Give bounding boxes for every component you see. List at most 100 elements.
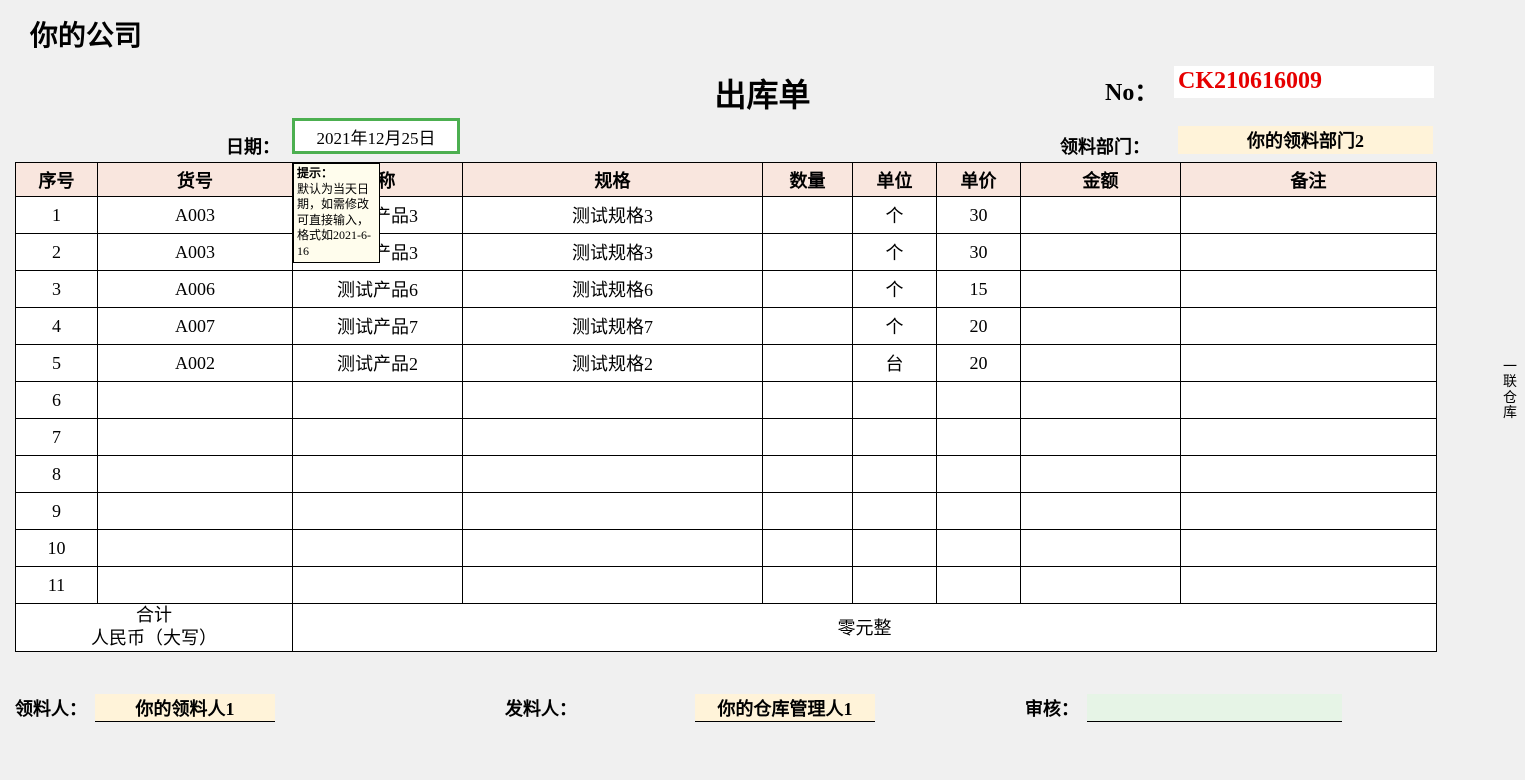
cell-code[interactable]: A003 (98, 197, 293, 234)
cell-unit[interactable]: 个 (853, 271, 937, 308)
cell-price[interactable] (937, 567, 1021, 604)
auditor-value[interactable] (1087, 694, 1342, 722)
table-row[interactable]: 11 (16, 567, 1437, 604)
cell-unit[interactable]: 台 (853, 345, 937, 382)
cell-code[interactable]: A006 (98, 271, 293, 308)
cell-spec[interactable] (463, 567, 763, 604)
cell-price[interactable]: 20 (937, 308, 1021, 345)
cell-spec[interactable]: 测试规格3 (463, 234, 763, 271)
cell-amount[interactable] (1021, 197, 1181, 234)
cell-remark[interactable] (1181, 271, 1437, 308)
cell-code[interactable]: A002 (98, 345, 293, 382)
cell-amount[interactable] (1021, 271, 1181, 308)
cell-seq[interactable]: 2 (16, 234, 98, 271)
cell-name[interactable] (293, 567, 463, 604)
cell-seq[interactable]: 9 (16, 493, 98, 530)
cell-name[interactable]: 测试产品2 (293, 345, 463, 382)
cell-spec[interactable] (463, 530, 763, 567)
cell-code[interactable] (98, 382, 293, 419)
cell-price[interactable]: 30 (937, 197, 1021, 234)
cell-remark[interactable] (1181, 234, 1437, 271)
cell-code[interactable]: A007 (98, 308, 293, 345)
cell-seq[interactable]: 4 (16, 308, 98, 345)
cell-seq[interactable]: 8 (16, 456, 98, 493)
cell-amount[interactable] (1021, 567, 1181, 604)
cell-remark[interactable] (1181, 382, 1437, 419)
table-row[interactable]: 4A007测试产品7测试规格7 个20 (16, 308, 1437, 345)
cell-price[interactable] (937, 530, 1021, 567)
cell-qty[interactable] (763, 197, 853, 234)
cell-price[interactable]: 15 (937, 271, 1021, 308)
cell-seq[interactable]: 3 (16, 271, 98, 308)
cell-qty[interactable] (763, 382, 853, 419)
cell-unit[interactable] (853, 419, 937, 456)
cell-code[interactable] (98, 530, 293, 567)
cell-price[interactable] (937, 493, 1021, 530)
cell-spec[interactable]: 测试规格6 (463, 271, 763, 308)
table-row[interactable]: 2A003测试产品3测试规格3个30 (16, 234, 1437, 271)
cell-name[interactable] (293, 419, 463, 456)
cell-remark[interactable] (1181, 308, 1437, 345)
cell-remark[interactable] (1181, 345, 1437, 382)
cell-unit[interactable]: 个 (853, 197, 937, 234)
table-row[interactable]: 8 (16, 456, 1437, 493)
issuer-value[interactable]: 你的仓库管理人1 (695, 694, 875, 722)
cell-remark[interactable] (1181, 419, 1437, 456)
cell-name[interactable] (293, 456, 463, 493)
cell-qty[interactable] (763, 419, 853, 456)
cell-unit[interactable]: 个 (853, 234, 937, 271)
cell-qty[interactable] (763, 308, 853, 345)
cell-seq[interactable]: 11 (16, 567, 98, 604)
cell-spec[interactable]: 测试规格3 (463, 197, 763, 234)
cell-spec[interactable]: 测试规格7 (463, 308, 763, 345)
cell-spec[interactable] (463, 419, 763, 456)
cell-name[interactable] (293, 530, 463, 567)
cell-seq[interactable]: 10 (16, 530, 98, 567)
cell-unit[interactable]: 个 (853, 308, 937, 345)
cell-amount[interactable] (1021, 530, 1181, 567)
cell-remark[interactable] (1181, 530, 1437, 567)
cell-spec[interactable] (463, 382, 763, 419)
cell-amount[interactable] (1021, 308, 1181, 345)
cell-seq[interactable]: 7 (16, 419, 98, 456)
date-input[interactable]: 2021年12月25日 (292, 118, 460, 154)
table-row[interactable]: 7 (16, 419, 1437, 456)
cell-code[interactable] (98, 567, 293, 604)
cell-price[interactable] (937, 382, 1021, 419)
cell-amount[interactable] (1021, 493, 1181, 530)
cell-price[interactable]: 30 (937, 234, 1021, 271)
cell-price[interactable] (937, 419, 1021, 456)
dept-value[interactable]: 你的领料部门2 (1178, 126, 1433, 154)
cell-qty[interactable] (763, 271, 853, 308)
cell-remark[interactable] (1181, 493, 1437, 530)
cell-name[interactable]: 测试产品6 (293, 271, 463, 308)
cell-unit[interactable] (853, 493, 937, 530)
receiver-value[interactable]: 你的领料人1 (95, 694, 275, 722)
cell-price[interactable]: 20 (937, 345, 1021, 382)
cell-code[interactable] (98, 456, 293, 493)
cell-name[interactable] (293, 382, 463, 419)
cell-remark[interactable] (1181, 197, 1437, 234)
table-row[interactable]: 10 (16, 530, 1437, 567)
cell-code[interactable]: A003 (98, 234, 293, 271)
cell-code[interactable] (98, 493, 293, 530)
table-row[interactable]: 3A006测试产品6测试规格6 个15 (16, 271, 1437, 308)
cell-amount[interactable] (1021, 345, 1181, 382)
cell-spec[interactable] (463, 493, 763, 530)
table-row[interactable]: 9 (16, 493, 1437, 530)
cell-remark[interactable] (1181, 567, 1437, 604)
cell-spec[interactable]: 测试规格2 (463, 345, 763, 382)
cell-code[interactable] (98, 419, 293, 456)
cell-amount[interactable] (1021, 456, 1181, 493)
cell-qty[interactable] (763, 456, 853, 493)
cell-seq[interactable]: 5 (16, 345, 98, 382)
cell-seq[interactable]: 6 (16, 382, 98, 419)
cell-qty[interactable] (763, 530, 853, 567)
table-row[interactable]: 6 (16, 382, 1437, 419)
cell-spec[interactable] (463, 456, 763, 493)
cell-remark[interactable] (1181, 456, 1437, 493)
cell-unit[interactable] (853, 456, 937, 493)
cell-name[interactable] (293, 493, 463, 530)
cell-name[interactable]: 测试产品7 (293, 308, 463, 345)
cell-unit[interactable] (853, 567, 937, 604)
